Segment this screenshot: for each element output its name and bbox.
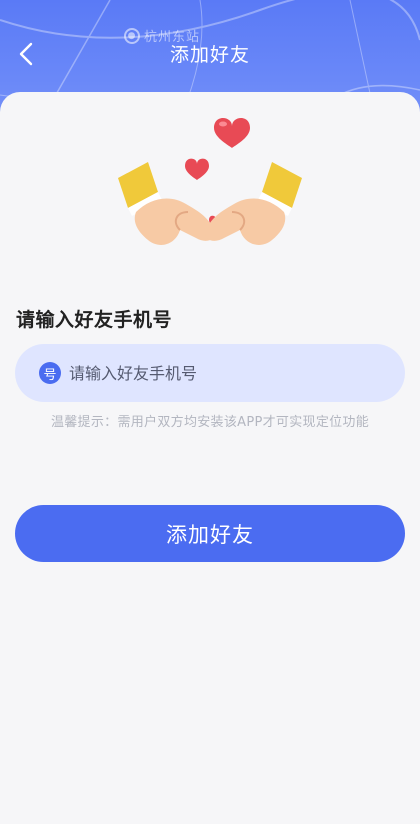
add-friend-button[interactable]: 添加好友 xyxy=(15,505,405,562)
heart-hands-icon xyxy=(118,118,302,245)
install-hint: 温馨提示：需用户双方均安装该APP才可实现定位功能 xyxy=(50,415,370,430)
page-title: 添加好友 xyxy=(169,44,250,66)
heart-medium-icon xyxy=(185,158,209,180)
phone-number-icon: 号 xyxy=(39,362,61,384)
phone-section-label: 请输入好友手机号 xyxy=(16,309,173,331)
right-hand xyxy=(205,162,302,245)
phone-input[interactable] xyxy=(67,362,371,384)
heart-large-icon xyxy=(214,118,250,148)
phone-field[interactable]: 号 xyxy=(15,344,405,402)
